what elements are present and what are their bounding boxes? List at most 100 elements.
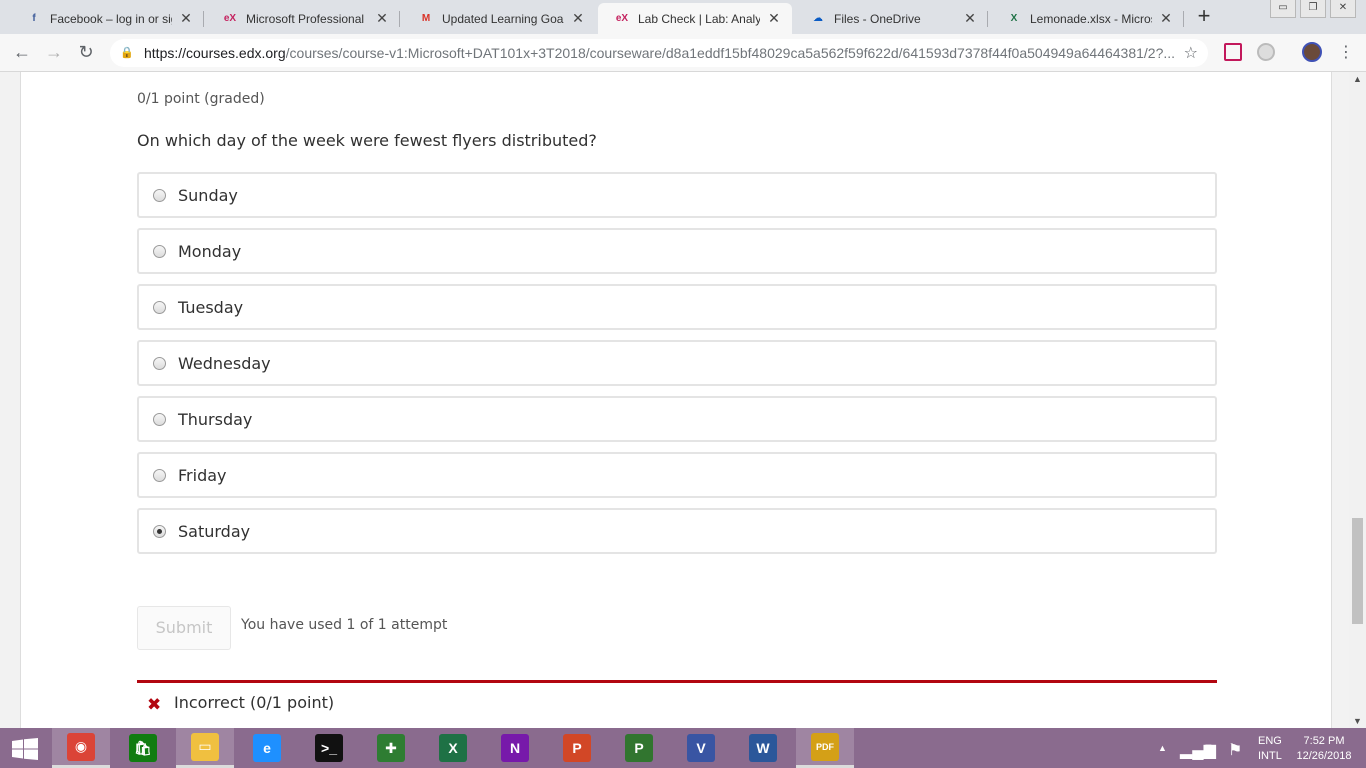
tray-expand-icon[interactable]: ▲ xyxy=(1158,743,1167,753)
close-tab-icon[interactable]: ✕ xyxy=(374,10,390,27)
bookmark-star-icon[interactable]: ☆ xyxy=(1184,43,1198,63)
taskbar-app-chrome[interactable]: ◉ xyxy=(52,728,110,768)
browser-toolbar: ← → ↻ 🔒 https://courses.edx.org/courses/… xyxy=(0,34,1366,72)
choice-label: Wednesday xyxy=(178,353,271,373)
choice-option[interactable]: Monday xyxy=(137,228,1217,274)
language-indicator[interactable]: ENG INTL xyxy=(1258,734,1282,764)
pocket-extension-icon[interactable] xyxy=(1224,43,1242,61)
tab-title: Files - OneDrive xyxy=(834,11,921,26)
radio-button[interactable] xyxy=(153,468,166,482)
address-bar[interactable]: 🔒 https://courses.edx.org/courses/course… xyxy=(110,39,1208,67)
restore-button[interactable]: ❐ xyxy=(1300,0,1326,18)
onenote-icon: N xyxy=(501,734,529,762)
forward-button[interactable]: → xyxy=(42,42,66,64)
scroll-thumb[interactable] xyxy=(1352,518,1363,624)
powerpoint-icon: P xyxy=(563,734,591,762)
browser-tab[interactable]: f Facebook – log in or sign ✕ xyxy=(10,3,204,34)
attempts-text: You have used 1 of 1 attempt xyxy=(241,617,448,633)
tab-title: Updated Learning Goals xyxy=(442,11,564,26)
minimize-button[interactable]: ▭ xyxy=(1270,0,1296,18)
radio-button[interactable] xyxy=(153,356,166,370)
choice-option[interactable]: Wednesday xyxy=(137,340,1217,386)
radio-button[interactable] xyxy=(153,300,166,314)
url-host: https://courses.edx.org xyxy=(144,45,286,61)
close-tab-icon[interactable]: ✕ xyxy=(1158,10,1174,27)
page-scrollbar[interactable]: ▲ ▼ xyxy=(1349,72,1366,728)
choice-label: Monday xyxy=(178,241,242,261)
internet-explorer-icon: e xyxy=(253,734,281,762)
gmail-icon: M xyxy=(421,13,431,24)
facebook-icon: f xyxy=(32,13,36,24)
excel-icon: X xyxy=(439,734,467,762)
taskbar-app-command-prompt[interactable]: >_ xyxy=(300,728,358,768)
back-button[interactable]: ← xyxy=(10,42,34,64)
word-icon: W xyxy=(749,734,777,762)
taskbar-app-medical-app[interactable]: ✚ xyxy=(362,728,420,768)
edx-icon: eX xyxy=(615,13,629,24)
choice-label: Sunday xyxy=(178,185,238,205)
choice-label: Thursday xyxy=(178,409,253,429)
taskbar-app-excel[interactable]: X xyxy=(424,728,482,768)
result-divider xyxy=(137,680,1217,683)
onedrive-icon: ☁ xyxy=(813,13,823,24)
scroll-down-icon[interactable]: ▼ xyxy=(1353,716,1362,726)
problem-question: On which day of the week were fewest fly… xyxy=(137,131,597,150)
radio-button[interactable] xyxy=(153,524,166,538)
choice-label: Saturday xyxy=(178,521,251,541)
profile-avatar[interactable] xyxy=(1302,42,1322,62)
reload-button[interactable]: ↻ xyxy=(74,42,98,64)
browser-tab[interactable]: ☁ Files - OneDrive ✕ xyxy=(794,3,988,34)
battery-icon[interactable]: ▯ xyxy=(1204,740,1213,760)
choice-option[interactable]: Saturday xyxy=(137,508,1217,554)
medical-app-icon: ✚ xyxy=(377,734,405,762)
radio-button[interactable] xyxy=(153,188,166,202)
taskbar-app-store[interactable]: 🛍 xyxy=(114,728,172,768)
system-clock[interactable]: 7:52 PM 12/26/2018 xyxy=(1293,734,1355,764)
page-viewport: 0/1 point (graded) On which day of the w… xyxy=(0,72,1366,728)
incorrect-icon: ✖ xyxy=(147,695,162,714)
browser-tab[interactable]: X Lemonade.xlsx - Microso ✕ xyxy=(990,3,1184,34)
clock-date: 12/26/2018 xyxy=(1296,750,1352,762)
edx-icon: eX xyxy=(223,13,237,24)
submit-button[interactable]: Submit xyxy=(137,606,231,650)
extension-icon[interactable] xyxy=(1257,43,1275,61)
close-tab-icon[interactable]: ✕ xyxy=(766,10,782,27)
browser-tab[interactable]: eX Lab Check | Lab: Analyzin ✕ xyxy=(598,3,792,34)
browser-tab[interactable]: eX Microsoft Professional Pr ✕ xyxy=(206,3,400,34)
choice-option[interactable]: Tuesday xyxy=(137,284,1217,330)
tab-separator xyxy=(987,11,988,27)
taskbar-app-pdf[interactable]: PDF xyxy=(796,728,854,768)
action-center-flag-icon[interactable]: ⚑ xyxy=(1228,740,1242,760)
choice-option[interactable]: Thursday xyxy=(137,396,1217,442)
radio-button[interactable] xyxy=(153,244,166,258)
new-tab-button[interactable]: + xyxy=(1190,5,1218,29)
pdf-icon: PDF xyxy=(811,732,839,761)
close-window-button[interactable]: ✕ xyxy=(1330,0,1356,18)
windows-start-icon[interactable] xyxy=(12,738,38,760)
file-explorer-icon: ▭ xyxy=(191,732,219,761)
taskbar-app-visio[interactable]: V xyxy=(672,728,730,768)
taskbar-app-file-explorer[interactable]: ▭ xyxy=(176,728,234,768)
project-icon: P xyxy=(625,734,653,762)
browser-tab-strip: f Facebook – log in or sign ✕ eX Microsoft P… xyxy=(0,0,1366,34)
windows-taskbar: ◉ 🛍 ▭ e >_ ✚ X N P P V W PDF ▲ ▂▄▆ ▯ ⚑ ENG INTL 7:52 … xyxy=(0,728,1366,768)
choice-option[interactable]: Friday xyxy=(137,452,1217,498)
scroll-up-icon[interactable]: ▲ xyxy=(1353,74,1362,84)
taskbar-app-word[interactable]: W xyxy=(734,728,792,768)
lang-layout: INTL xyxy=(1258,750,1282,762)
close-tab-icon[interactable]: ✕ xyxy=(962,10,978,27)
close-tab-icon[interactable]: ✕ xyxy=(570,10,586,27)
problem-grade: 0/1 point (graded) xyxy=(137,91,265,107)
browser-menu-icon[interactable]: ⋮ xyxy=(1338,42,1354,62)
choice-label: Friday xyxy=(178,465,227,485)
taskbar-app-onenote[interactable]: N xyxy=(486,728,544,768)
browser-tab[interactable]: M Updated Learning Goals ✕ xyxy=(402,3,596,34)
close-tab-icon[interactable]: ✕ xyxy=(178,10,194,27)
radio-button[interactable] xyxy=(153,412,166,426)
choice-option[interactable]: Sunday xyxy=(137,172,1217,218)
taskbar-app-project[interactable]: P xyxy=(610,728,668,768)
taskbar-app-internet-explorer[interactable]: e xyxy=(238,728,296,768)
result-message: Incorrect (0/1 point) xyxy=(174,693,335,712)
taskbar-app-powerpoint[interactable]: P xyxy=(548,728,606,768)
window-controls: ▭ ❐ ✕ xyxy=(1270,0,1356,18)
